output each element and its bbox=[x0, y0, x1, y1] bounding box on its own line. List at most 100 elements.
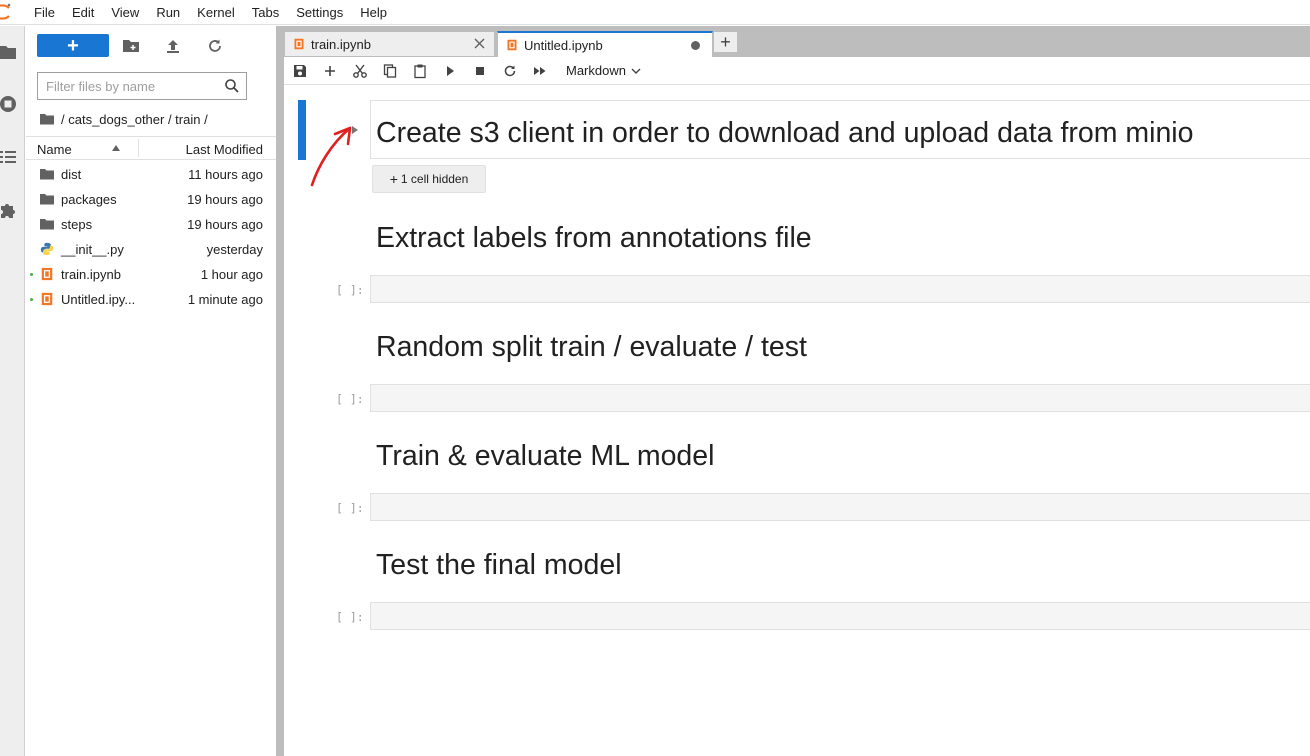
unsaved-indicator-icon[interactable] bbox=[691, 41, 700, 50]
main-area: train.ipynb Untitled.ipynb + Markdown Cr… bbox=[284, 26, 1310, 756]
notebook-icon bbox=[41, 267, 53, 281]
file-modified: yesterday bbox=[206, 242, 263, 257]
file-modified: 19 hours ago bbox=[187, 192, 263, 207]
file-row-packages[interactable]: packages 19 hours ago bbox=[26, 187, 276, 212]
chevron-down-icon bbox=[631, 68, 641, 74]
filter-files-input[interactable] bbox=[46, 74, 226, 98]
file-name: train.ipynb bbox=[61, 267, 121, 282]
file-browser-toolbar: + bbox=[26, 26, 276, 64]
restart-kernel-icon[interactable] bbox=[502, 63, 518, 79]
running-indicator bbox=[30, 298, 33, 301]
python-file-icon bbox=[40, 242, 54, 256]
tab-label: train.ipynb bbox=[311, 36, 371, 52]
file-name: Untitled.ipy... bbox=[61, 292, 136, 307]
running-indicator bbox=[30, 273, 33, 276]
markdown-heading-3: Random split train / evaluate / test bbox=[376, 331, 807, 363]
file-name: dist bbox=[61, 167, 82, 182]
filter-files-box bbox=[37, 72, 247, 100]
refresh-icon[interactable] bbox=[206, 37, 224, 55]
file-name: steps bbox=[61, 217, 93, 232]
save-icon[interactable] bbox=[292, 63, 308, 79]
add-cell-icon[interactable] bbox=[322, 63, 338, 79]
menu-kernel[interactable]: Kernel bbox=[197, 5, 235, 20]
file-modified: 11 hours ago bbox=[188, 167, 263, 182]
cells-hidden-label: 1 cell hidden bbox=[400, 172, 469, 186]
menu-settings[interactable]: Settings bbox=[296, 5, 343, 20]
input-prompt: [ ]: bbox=[336, 610, 364, 624]
input-prompt: [ ]: bbox=[336, 501, 364, 515]
search-icon bbox=[225, 79, 239, 93]
upload-icon[interactable] bbox=[164, 37, 182, 55]
close-icon[interactable] bbox=[473, 37, 486, 50]
add-tab-button[interactable]: + bbox=[713, 31, 738, 53]
menu-bar: File Edit View Run Kernel Tabs Settings … bbox=[0, 0, 1310, 25]
file-row-dist[interactable]: dist 11 hours ago bbox=[26, 162, 276, 187]
paste-icon[interactable] bbox=[412, 63, 428, 79]
file-row-init-py[interactable]: __init__.py yesterday bbox=[26, 237, 276, 262]
notebook-icon bbox=[41, 292, 53, 306]
cell-type-select[interactable]: Markdown bbox=[566, 63, 641, 78]
tab-train-ipynb[interactable]: train.ipynb bbox=[284, 31, 495, 57]
markdown-heading-1: Create s3 client in order to download an… bbox=[376, 117, 1194, 149]
copy-icon[interactable] bbox=[382, 63, 398, 79]
menu-edit[interactable]: Edit bbox=[72, 5, 94, 20]
breadcrumb: / cats_dogs_other / train / bbox=[39, 110, 208, 128]
folder-icon bbox=[40, 169, 54, 180]
menu-view[interactable]: View bbox=[111, 5, 139, 20]
stop-icon[interactable] bbox=[472, 63, 488, 79]
file-row-untitled-ipynb[interactable]: Untitled.ipy... 1 minute ago bbox=[26, 287, 276, 312]
notebook-icon bbox=[507, 39, 517, 51]
cell-collapser[interactable] bbox=[298, 100, 306, 160]
markdown-heading-5: Test the final model bbox=[376, 549, 622, 581]
file-row-train-ipynb[interactable]: train.ipynb 1 hour ago bbox=[26, 262, 276, 287]
new-folder-icon[interactable] bbox=[122, 37, 140, 55]
file-row-steps[interactable]: steps 19 hours ago bbox=[26, 212, 276, 237]
notebook-panel: Create s3 client in order to download an… bbox=[284, 85, 1310, 756]
input-prompt: [ ]: bbox=[336, 392, 364, 406]
last-modified-column-header[interactable]: Last Modified bbox=[186, 142, 263, 157]
notebook-toolbar: Markdown bbox=[284, 57, 1310, 85]
column-divider[interactable] bbox=[138, 139, 139, 157]
notebook-icon bbox=[294, 38, 304, 50]
cells-hidden-button[interactable]: + 1 cell hidden bbox=[372, 165, 486, 193]
breadcrumb-path[interactable]: / cats_dogs_other / train / bbox=[61, 112, 208, 127]
restart-run-all-icon[interactable] bbox=[532, 63, 548, 79]
code-cell-1[interactable] bbox=[370, 275, 1310, 303]
input-prompt: [ ]: bbox=[336, 283, 364, 297]
menu-tabs[interactable]: Tabs bbox=[252, 5, 279, 20]
tab-untitled-ipynb[interactable]: Untitled.ipynb bbox=[497, 31, 713, 57]
folder-icon bbox=[40, 194, 54, 205]
new-launcher-button[interactable]: + bbox=[37, 34, 109, 57]
panel-splitter[interactable] bbox=[276, 26, 284, 756]
name-column-header[interactable]: Name bbox=[37, 142, 72, 157]
file-modified: 1 hour ago bbox=[200, 267, 263, 282]
file-modified: 1 minute ago bbox=[187, 292, 263, 307]
code-cell-3[interactable] bbox=[370, 493, 1310, 521]
cell-type-value: Markdown bbox=[566, 63, 626, 78]
home-folder-icon[interactable] bbox=[39, 112, 55, 126]
activity-bar bbox=[0, 26, 25, 756]
code-cell-4[interactable] bbox=[370, 602, 1310, 630]
code-cell-2[interactable] bbox=[370, 384, 1310, 412]
plus-icon: + bbox=[389, 171, 398, 187]
tab-bar: train.ipynb Untitled.ipynb + bbox=[284, 26, 1310, 57]
jupyter-logo-icon bbox=[0, 3, 11, 20]
file-modified: 19 hours ago bbox=[187, 217, 263, 232]
file-list-header: Name Last Modified bbox=[26, 136, 276, 160]
sort-ascending-icon bbox=[112, 145, 120, 151]
menu-help[interactable]: Help bbox=[360, 5, 387, 20]
file-browser: + / cats_dogs_other / train / Name bbox=[26, 26, 276, 756]
red-annotation-arrow bbox=[310, 126, 352, 187]
markdown-heading-4: Train & evaluate ML model bbox=[376, 440, 715, 472]
folder-icon bbox=[40, 219, 54, 230]
cut-icon[interactable] bbox=[352, 63, 368, 79]
markdown-heading-2: Extract labels from annotations file bbox=[376, 222, 812, 254]
running-kernels-icon[interactable] bbox=[0, 94, 18, 114]
run-icon[interactable] bbox=[442, 63, 458, 79]
menu-file[interactable]: File bbox=[34, 5, 55, 20]
table-of-contents-icon[interactable] bbox=[0, 147, 18, 167]
extension-manager-icon[interactable] bbox=[0, 200, 18, 220]
file-name: packages bbox=[61, 192, 117, 207]
folder-icon[interactable] bbox=[0, 42, 18, 62]
menu-run[interactable]: Run bbox=[156, 5, 180, 20]
